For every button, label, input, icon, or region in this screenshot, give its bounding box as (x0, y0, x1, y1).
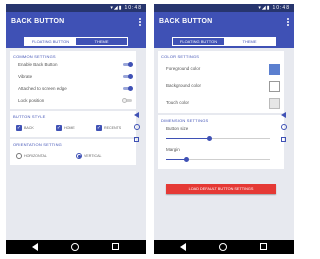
tab-bar: FLOATING BUTTON THEME (172, 37, 276, 46)
app-title: BACK BUTTON (11, 18, 65, 25)
margin-slider[interactable] (166, 157, 270, 162)
app-bar: BACK BUTTON FLOATING BUTTON THEME (154, 12, 294, 48)
background-color-label: Background color (166, 83, 202, 88)
lock-position-toggle[interactable] (122, 98, 133, 103)
floating-back-icon[interactable] (134, 112, 139, 118)
nav-back-icon[interactable] (32, 243, 38, 251)
horizontal-radio[interactable] (16, 153, 22, 159)
button-style-card: BUTTON STYLE ✓ BACK ✓ HOME ✓ RECENTS (10, 111, 136, 137)
phone-screen-theme: ▾◢▮ 10:48 BACK BUTTON FLOATING BUTTON THE… (154, 4, 294, 254)
phone-screen-floating-button: ▾◢▮ 10:48 BACK BUTTON FLOATING BUTTON THE… (6, 4, 146, 254)
status-icons: ▾◢▮ 10:48 (258, 4, 290, 12)
status-icons: ▾◢▮ 10:48 (110, 4, 142, 12)
tab-theme[interactable]: THEME (224, 38, 275, 45)
status-bar: ▾◢▮ 10:48 (6, 4, 146, 12)
touch-color-label: Touch color (166, 100, 190, 105)
floating-home-icon[interactable] (134, 124, 140, 130)
navigation-bar (154, 240, 294, 254)
vertical-radio-label: VERTICAL (84, 154, 102, 158)
dimension-settings-card: DIMENSION SETTINGS Button size Margin (158, 115, 284, 169)
lock-position-label: Lock position (18, 98, 45, 103)
floating-back-icon[interactable] (281, 112, 286, 118)
back-checkbox[interactable]: ✓ (16, 125, 22, 131)
section-title-common: COMMON SETTINGS (13, 54, 56, 59)
home-checkbox[interactable]: ✓ (56, 125, 62, 131)
floating-button-bar (280, 112, 289, 152)
section-title-button-style: BUTTON STYLE (13, 114, 46, 119)
tab-floating-button[interactable]: FLOATING BUTTON (173, 38, 224, 45)
status-time: 10:48 (272, 5, 290, 11)
app-bar: BACK BUTTON FLOATING BUTTON THEME (6, 12, 146, 48)
vibrate-label: Vibrate (18, 74, 33, 79)
vertical-radio[interactable] (76, 153, 82, 159)
background-color-swatch[interactable] (269, 81, 280, 92)
horizontal-radio-label: HORIZONTAL (24, 154, 47, 158)
slider-thumb[interactable] (184, 157, 190, 162)
status-bar: ▾◢▮ 10:48 (154, 4, 294, 12)
load-default-settings-button[interactable]: LOAD DEFAULT BUTTON SETTINGS (166, 184, 276, 194)
nav-back-icon[interactable] (180, 243, 186, 251)
settings-content: COLOR SETTINGS Foreground color Backgrou… (154, 48, 294, 240)
foreground-color-swatch[interactable] (269, 64, 280, 75)
tab-bar: FLOATING BUTTON THEME (24, 37, 128, 46)
overflow-menu-icon[interactable] (286, 18, 290, 27)
floating-button-bar (133, 112, 142, 152)
recents-checkbox-label: RECENTS (104, 126, 122, 130)
status-time: 10:48 (124, 5, 142, 11)
section-title-color: COLOR SETTINGS (161, 54, 200, 59)
section-title-orientation: ORIENTATION SETTING (13, 142, 62, 147)
enable-back-button-label: Enable Back Button (18, 62, 58, 67)
section-title-dimension: DIMENSION SETTINGS (161, 118, 209, 123)
nav-recents-icon[interactable] (112, 243, 119, 250)
nav-recents-icon[interactable] (260, 243, 267, 250)
attached-edge-toggle[interactable] (122, 86, 133, 91)
common-settings-card: COMMON SETTINGS Enable Back Button Vibra… (10, 51, 136, 109)
tab-floating-button[interactable]: FLOATING BUTTON (25, 38, 76, 45)
nav-home-icon[interactable] (219, 243, 227, 251)
settings-content: COMMON SETTINGS Enable Back Button Vibra… (6, 48, 146, 240)
nav-home-icon[interactable] (71, 243, 79, 251)
touch-color-swatch[interactable] (269, 98, 280, 109)
floating-recents-icon[interactable] (134, 137, 139, 142)
home-checkbox-label: HOME (64, 126, 75, 130)
back-checkbox-label: BACK (24, 126, 34, 130)
slider-thumb[interactable] (207, 136, 213, 141)
color-settings-card: COLOR SETTINGS Foreground color Backgrou… (158, 51, 284, 113)
margin-label: Margin (166, 147, 180, 152)
floating-home-icon[interactable] (281, 124, 287, 130)
vibrate-toggle[interactable] (122, 74, 133, 79)
foreground-color-label: Foreground color (166, 66, 201, 71)
tab-theme[interactable]: THEME (76, 38, 127, 45)
app-title: BACK BUTTON (159, 18, 213, 25)
floating-recents-icon[interactable] (281, 137, 286, 142)
signal-icons: ▾◢▮ (110, 5, 123, 11)
overflow-menu-icon[interactable] (138, 18, 142, 27)
enable-back-button-toggle[interactable] (122, 62, 133, 67)
button-size-label: Button size (166, 126, 189, 131)
navigation-bar (6, 240, 146, 254)
orientation-card: ORIENTATION SETTING HORIZONTAL VERTICAL (10, 139, 136, 165)
signal-icons: ▾◢▮ (258, 5, 271, 11)
attached-edge-label: Attached to screen edge (18, 86, 67, 91)
button-size-slider[interactable] (166, 136, 270, 141)
recents-checkbox[interactable]: ✓ (96, 125, 102, 131)
